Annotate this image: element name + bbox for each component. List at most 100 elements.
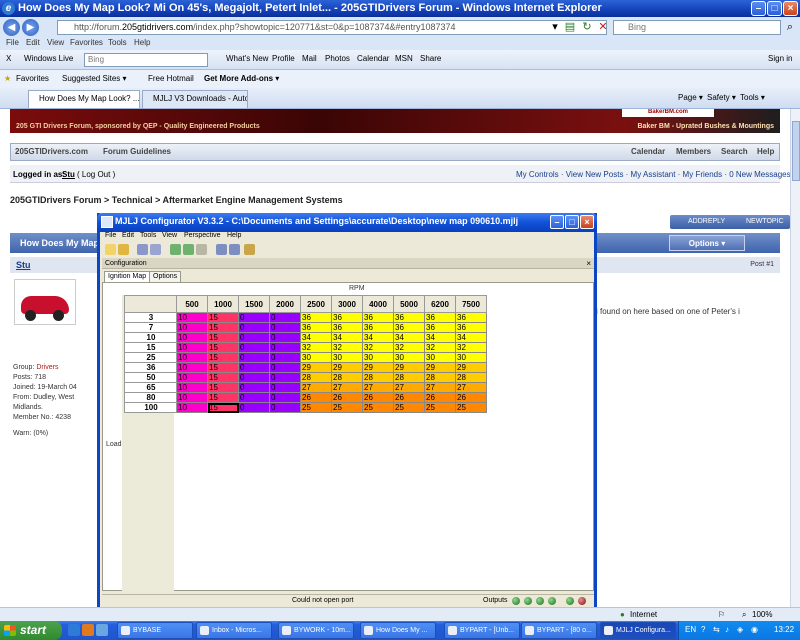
map-cell[interactable]: 15 [207,352,239,363]
map-cell[interactable]: 36 [362,322,394,333]
map-cell[interactable]: 26 [455,392,487,403]
menu-tools[interactable]: Tools [108,38,127,47]
map-cell[interactable]: 27 [300,382,332,393]
map-cell[interactable]: 36 [455,312,487,323]
map-cell[interactable]: 27 [424,382,456,393]
settings-icon[interactable] [244,244,255,255]
refresh-icon[interactable]: ↻ [580,20,594,34]
menu-favorites[interactable]: Favorites [70,38,103,47]
upload-icon[interactable] [170,244,181,255]
language-indicator[interactable]: EN [685,625,696,634]
sign-in-link[interactable]: Sign in [768,54,792,63]
map-cell[interactable]: 28 [424,372,456,383]
address-bar[interactable]: http://forum.205gtidrivers.com/index.php… [57,20,607,35]
menu-view[interactable]: View [47,38,64,47]
add-reply-button[interactable]: ADDREPLY [670,215,732,229]
stop-icon[interactable]: ✕ [596,20,610,34]
map-cell[interactable]: 0 [238,392,270,403]
link-calendar[interactable]: Calendar [357,54,389,63]
map-cell[interactable]: 30 [362,352,394,363]
toolbar-close-icon[interactable]: X [6,54,11,63]
options-button[interactable]: Options ▾ [669,235,745,251]
tools-menu[interactable]: Tools ▾ [740,93,765,102]
zoom-icon[interactable]: ⌕ [742,610,746,620]
map-cell[interactable]: 0 [238,312,270,323]
get-addons-link[interactable]: Get More Add-ons ▾ [204,74,279,83]
map-cell[interactable]: 26 [300,392,332,403]
map-cell[interactable]: 36 [393,322,425,333]
nav-members-link[interactable]: Members [676,147,711,156]
link-photos[interactable]: Photos [325,54,350,63]
free-hotmail-link[interactable]: Free Hotmail [148,74,194,83]
map-cell[interactable]: 27 [455,382,487,393]
tab-options[interactable]: Options [149,271,182,282]
taskbar-button[interactable]: BYPART - [Unb... [444,622,520,639]
map-cell[interactable]: 29 [331,362,363,373]
map-cell[interactable]: 34 [393,332,425,343]
map-cell[interactable]: 10 [176,312,208,323]
map-cell[interactable]: 0 [238,332,270,343]
tab-forum[interactable]: How Does My Map Look? ... [28,90,140,108]
map-cell[interactable]: 36 [331,312,363,323]
close-button[interactable]: × [783,1,798,16]
map-cell[interactable]: 36 [424,322,456,333]
map-cell[interactable]: 25 [331,402,363,413]
map-cell[interactable]: 30 [300,352,332,363]
link-profile[interactable]: Profile [272,54,295,63]
map-cell[interactable]: 0 [238,362,270,373]
map-cell[interactable]: 0 [238,372,270,383]
connect-icon[interactable] [196,244,207,255]
tab-mjlj-downloads[interactable]: MJLJ V3 Downloads - Autosp... [142,90,248,108]
map-cell[interactable]: 30 [331,352,363,363]
map-cell[interactable]: 10 [176,322,208,333]
map-cell[interactable]: 15 [207,402,239,413]
map-cell[interactable]: 28 [393,372,425,383]
map-cell[interactable]: 15 [207,312,239,323]
map-cell[interactable]: 27 [362,382,394,393]
taskbar-button[interactable]: Inbox - Micros... [196,622,272,639]
map-cell[interactable]: 15 [207,332,239,343]
search-input[interactable]: Bing [613,20,781,35]
map-cell[interactable]: 32 [362,342,394,353]
page-menu[interactable]: Page ▾ [678,93,703,102]
safety-menu[interactable]: Safety ▾ [707,93,736,102]
login-user-link[interactable]: Stu [62,170,75,179]
map-cell[interactable]: 29 [424,362,456,373]
configuration-close-icon[interactable]: × [586,258,591,269]
breadcrumb[interactable]: 205GTIDrivers Forum > Technical > Afterm… [10,195,343,205]
map-cell[interactable]: 26 [331,392,363,403]
map-cell[interactable]: 34 [424,332,456,343]
suggested-sites-link[interactable]: Suggested Sites ▾ [62,74,127,83]
map-cell[interactable]: 32 [331,342,363,353]
map-cell[interactable]: 28 [455,372,487,383]
map-cell[interactable]: 10 [176,402,208,413]
page-scrollbar[interactable] [790,109,800,607]
map-cell[interactable]: 34 [300,332,332,343]
map-cell[interactable]: 29 [300,362,332,373]
map-cell[interactable]: 10 [176,382,208,393]
new-topic-button[interactable]: NEWTOPIC [728,215,790,229]
link-whats-new[interactable]: What's New [226,54,268,63]
map-cell[interactable]: 0 [238,322,270,333]
save-icon[interactable] [137,244,148,255]
open-file-icon[interactable] [118,244,129,255]
search-icon[interactable]: ⌕ [783,20,797,34]
map-cell[interactable]: 29 [455,362,487,373]
zoom-level[interactable]: 100% [752,610,772,619]
map-cell[interactable]: 27 [331,382,363,393]
nav-help-link[interactable]: Help [757,147,774,156]
chart-icon[interactable] [229,244,240,255]
map-cell[interactable]: 36 [424,312,456,323]
mjlj-menu-perspective[interactable]: Perspective [184,232,221,239]
user-links[interactable]: My Controls · View New Posts · My Assist… [516,170,790,179]
taskbar-button[interactable]: BYWORK - 10m... [278,622,354,639]
nav-search-link[interactable]: Search [721,147,748,156]
taskbar-button[interactable]: MJLJ Configura... [600,622,676,639]
favorites-button[interactable]: Favorites [16,74,49,83]
update-tray-icon[interactable]: ◉ [751,625,758,634]
map-cell[interactable]: 15 [207,322,239,333]
map-cell[interactable]: 15 [207,382,239,393]
mjlj-menu-edit[interactable]: Edit [122,232,134,239]
network-tray-icon[interactable]: ⇆ [713,625,720,634]
map-cell[interactable]: 36 [331,322,363,333]
